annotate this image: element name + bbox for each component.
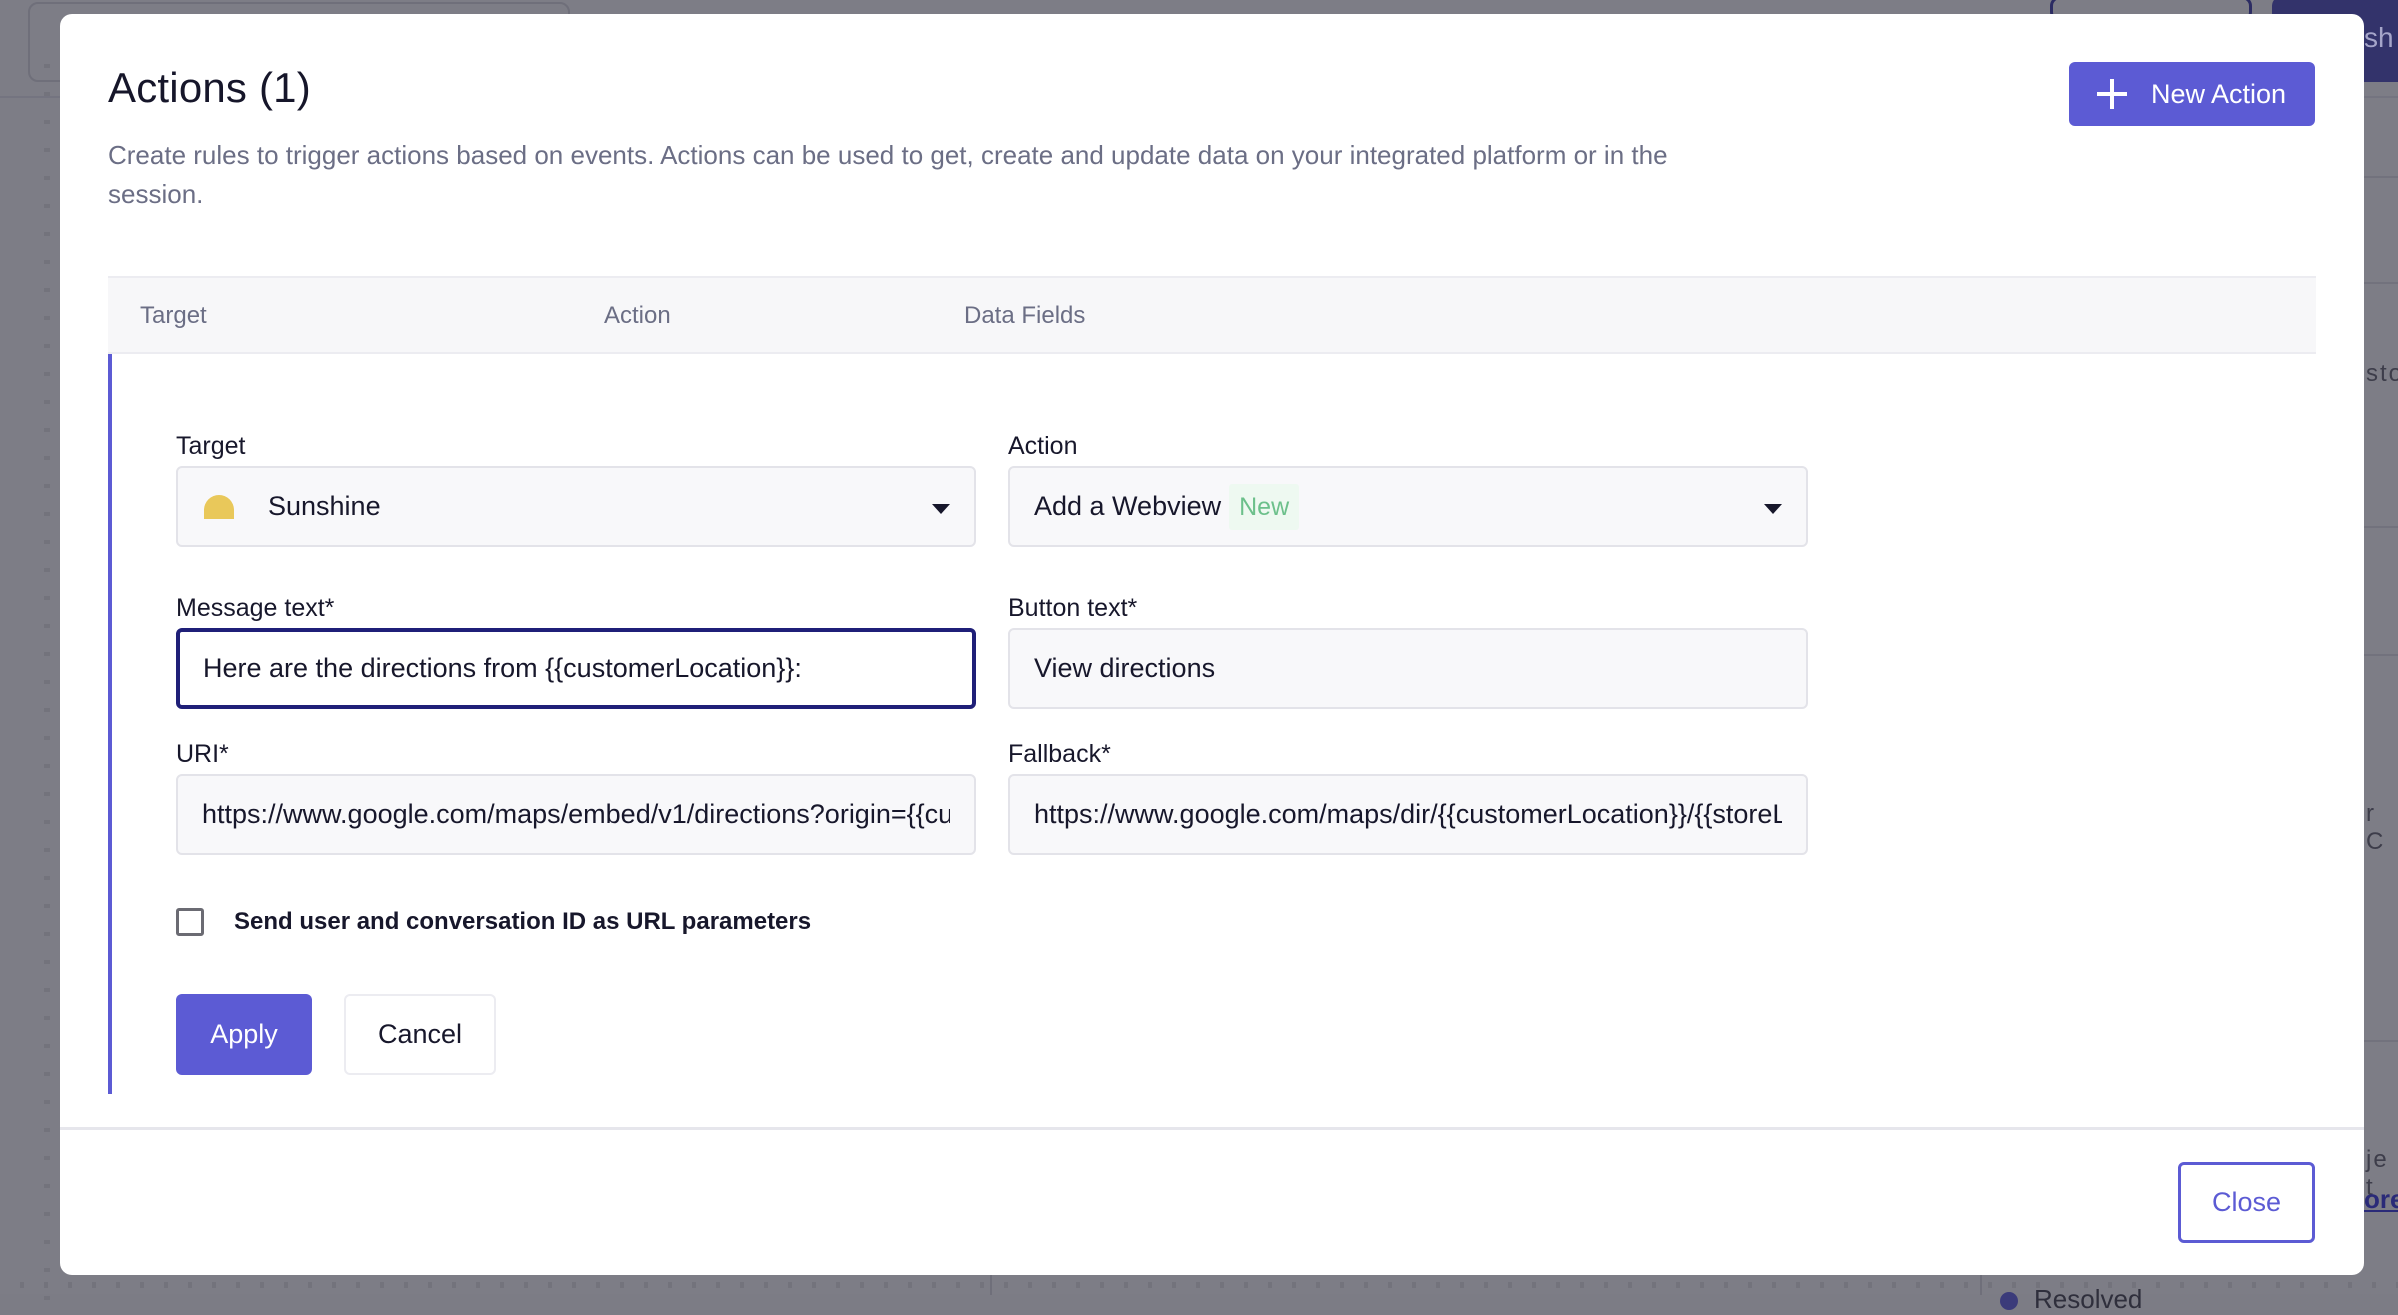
fallback-input[interactable] [1034,799,1782,830]
background-grid [44,40,50,1300]
send-ids-option[interactable]: Send user and conversation ID as URL par… [176,908,811,936]
modal-title: Actions (1) [108,64,311,111]
uri-field[interactable] [176,774,976,855]
actions-table-header: Target Action Data Fields [108,276,2316,354]
target-select[interactable]: Sunshine [176,466,976,547]
message-text-field[interactable] [176,628,976,709]
caret-down-icon [1764,504,1782,514]
column-header-data-fields: Data Fields [964,302,1086,329]
target-select-value: Sunshine [268,491,381,521]
new-action-label: New Action [2151,78,2287,109]
background-divider [2364,654,2398,656]
fallback-field[interactable] [1008,774,1808,855]
message-text-label: Message text* [176,594,335,622]
apply-button[interactable]: Apply [176,994,312,1075]
active-row-indicator [108,354,112,1094]
background-link: ore [2364,1184,2398,1214]
cancel-button[interactable]: Cancel [344,994,496,1075]
background-divider [2364,1040,2398,1042]
background-divider [2364,282,2398,284]
background-divider [2364,176,2398,178]
send-ids-label: Send user and conversation ID as URL par… [234,908,812,935]
background-text: r C [2366,800,2386,855]
modal-description: Create rules to trigger actions based on… [108,140,1668,209]
background-status-label: Resolved [2034,1284,2143,1314]
status-dot-icon [2000,1292,2018,1311]
fallback-label: Fallback* [1008,740,1111,768]
footer-divider [60,1127,2364,1130]
caret-down-icon [932,504,950,514]
button-text-input[interactable] [1034,653,1782,684]
uri-label: URI* [176,740,229,768]
column-header-action: Action [604,302,671,329]
new-action-button[interactable]: New Action [2069,62,2315,126]
action-edit-row: Target Sunshine Action Add a Webview New… [108,354,2316,1094]
actions-modal: Actions (1) Create rules to trigger acti… [60,14,2364,1275]
message-text-input[interactable] [203,653,948,684]
background-status: Resolved [2000,1284,2142,1315]
plus-icon [2097,79,2127,109]
background-divider [2364,526,2398,528]
action-select-value: Add a Webview [1034,491,1222,521]
action-label: Action [1008,432,1078,460]
background-text: sto [2366,360,2398,387]
new-badge: New [1229,483,1300,530]
action-select[interactable]: Add a Webview New [1008,466,1808,547]
close-button[interactable]: Close [2178,1162,2315,1243]
column-header-target: Target [140,302,207,329]
button-text-field[interactable] [1008,628,1808,709]
send-ids-checkbox[interactable] [176,908,204,936]
target-label: Target [176,432,246,460]
sun-icon [204,494,234,519]
uri-input[interactable] [202,799,950,830]
background-publish-label: sh [2364,22,2394,53]
button-text-label: Button text* [1008,594,1138,622]
